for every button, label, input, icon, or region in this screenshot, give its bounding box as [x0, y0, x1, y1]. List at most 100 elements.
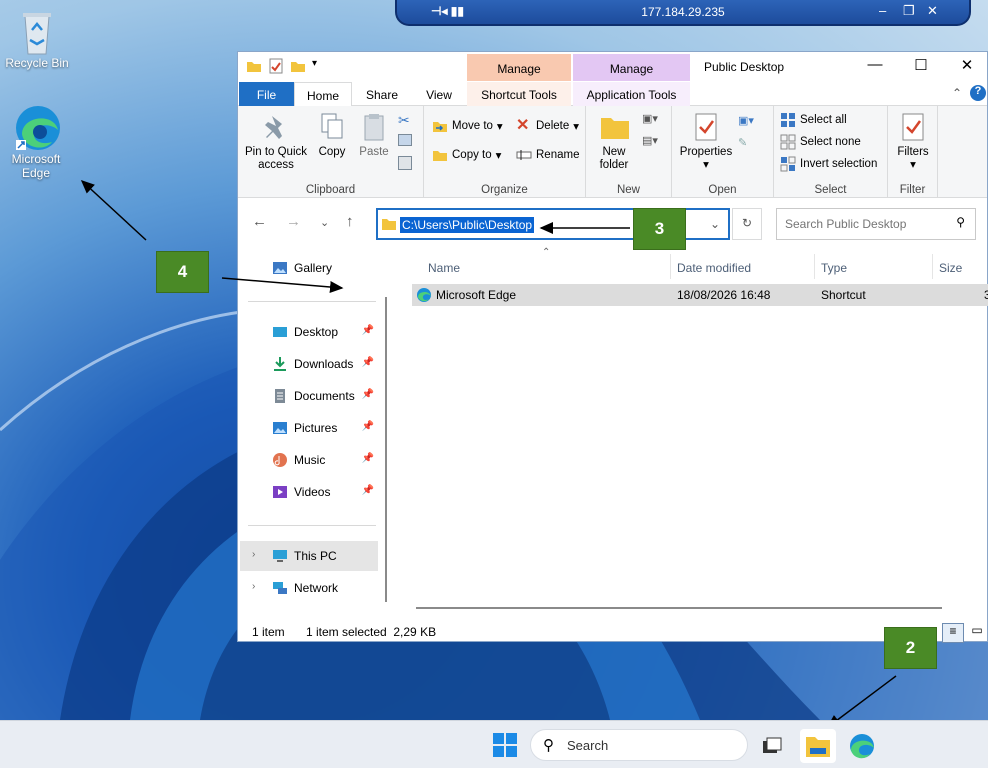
task-view-icon[interactable]: [755, 729, 791, 763]
taskbar: ⚲ Search: [0, 720, 988, 768]
this-pc-icon: [272, 548, 288, 564]
search-input[interactable]: [785, 210, 945, 238]
move-to-button[interactable]: Move to ▾: [432, 118, 503, 134]
windows-start-icon[interactable]: [493, 733, 517, 757]
table-row[interactable]: Microsoft Edge 18/08/2026 16:48 Shortcut…: [412, 284, 988, 306]
music-icon: [272, 452, 288, 468]
pinned-icon: 📌: [361, 485, 374, 496]
desktop-icon-recycle-bin[interactable]: Recycle Bin: [1, 8, 73, 70]
folder-icon[interactable]: [246, 58, 262, 74]
properties-icon[interactable]: [268, 58, 284, 74]
edit-icon[interactable]: ✎: [738, 136, 747, 149]
nav-label-documents: Documents: [294, 389, 355, 403]
nav-item-desktop[interactable]: Desktop 📌: [240, 317, 378, 347]
column-header-size[interactable]: Size: [939, 261, 962, 275]
tab-view[interactable]: View: [412, 82, 466, 106]
gallery-icon: [272, 260, 288, 276]
expand-chevron-icon[interactable]: ›: [252, 581, 255, 592]
large-icons-view-icon[interactable]: ▭: [966, 623, 988, 643]
filters-icon: [899, 112, 927, 142]
column-header-type[interactable]: Type: [821, 261, 847, 275]
nav-item-music[interactable]: Music 📌: [240, 445, 378, 475]
edge-taskbar-icon[interactable]: [844, 729, 880, 763]
close-button[interactable]: ✕: [944, 56, 988, 74]
copy-icon: [318, 112, 346, 142]
search-icon: ⚲: [956, 215, 965, 229]
refresh-icon[interactable]: ↻: [732, 208, 762, 240]
back-arrow-icon[interactable]: ←: [252, 213, 267, 230]
tab-share[interactable]: Share: [352, 82, 412, 106]
collapse-ribbon-icon[interactable]: ⌃: [952, 86, 962, 100]
horizontal-scrollbar[interactable]: [416, 607, 942, 609]
nav-item-gallery[interactable]: Gallery: [240, 253, 378, 283]
delete-button[interactable]: ✕ Delete ▾: [516, 118, 579, 134]
paste-shortcut-icon[interactable]: [398, 156, 412, 170]
minimize-button[interactable]: —: [852, 56, 898, 73]
minimize-icon[interactable]: –: [879, 3, 886, 18]
rename-button[interactable]: Rename: [516, 147, 579, 163]
invert-selection-button[interactable]: Invert selection: [780, 156, 877, 172]
select-none-button[interactable]: Select none: [780, 134, 861, 150]
nav-item-pictures[interactable]: Pictures 📌: [240, 413, 378, 443]
address-text[interactable]: C:\Users\Public\Desktop: [400, 217, 535, 233]
paste-button[interactable]: Paste: [354, 112, 394, 159]
address-dropdown-icon[interactable]: ⌄: [710, 217, 720, 231]
search-box[interactable]: ⚲: [776, 208, 976, 240]
recent-locations-chevron-icon[interactable]: ⌄: [320, 216, 329, 229]
copy-to-label: Copy to: [452, 149, 492, 161]
delete-label: Delete: [536, 120, 570, 132]
help-icon[interactable]: ?: [970, 85, 986, 101]
new-group-label: New: [616, 184, 640, 196]
new-folder-button[interactable]: New folder: [592, 112, 636, 172]
close-icon[interactable]: ✕: [927, 3, 938, 19]
forward-arrow-icon[interactable]: →: [286, 213, 301, 230]
ribbon: Pin to Quick access Copy Paste ✂ Clipboa…: [238, 106, 987, 198]
up-arrow-icon[interactable]: ↑: [346, 213, 354, 230]
copy-path-icon[interactable]: [398, 134, 412, 146]
nav-scrollbar[interactable]: [385, 297, 387, 602]
new-item-icon[interactable]: ▣▾: [642, 112, 658, 125]
tab-shortcut-tools[interactable]: Shortcut Tools: [467, 82, 571, 106]
nav-item-videos[interactable]: Videos 📌: [240, 477, 378, 507]
tab-home[interactable]: Home: [294, 82, 352, 107]
easy-access-icon[interactable]: ▤▾: [642, 134, 658, 147]
callout-badge-4: 4: [156, 251, 209, 293]
expand-chevron-icon[interactable]: ›: [252, 549, 255, 560]
copy-to-button[interactable]: Copy to ▾: [432, 147, 501, 163]
column-separator[interactable]: [814, 254, 815, 279]
tab-file[interactable]: File: [239, 82, 294, 106]
maximize-button[interactable]: ☐: [898, 56, 944, 74]
column-header-date[interactable]: Date modified: [677, 261, 751, 275]
column-separator[interactable]: [670, 254, 671, 279]
filter-group-label: Filter: [899, 184, 926, 196]
column-separator[interactable]: [932, 254, 933, 279]
navigation-pane: Gallery Desktop 📌 Downloads 📌 Documents …: [238, 249, 390, 624]
restore-icon[interactable]: ❐: [903, 3, 915, 19]
filter-group: Filters ▾ Filter: [888, 106, 938, 198]
window-title: Public Desktop: [704, 60, 785, 74]
nav-separator: [248, 525, 376, 526]
file-explorer-taskbar-icon[interactable]: [800, 729, 836, 763]
select-all-button[interactable]: Select all: [780, 112, 847, 128]
nav-item-this-pc[interactable]: › This PC: [240, 541, 378, 571]
cut-icon[interactable]: ✂: [398, 112, 410, 129]
tab-application-tools[interactable]: Application Tools: [573, 82, 690, 106]
filters-button[interactable]: Filters ▾: [890, 112, 936, 172]
nav-item-documents[interactable]: Documents 📌: [240, 381, 378, 411]
recycle-bin-label: Recycle Bin: [5, 56, 69, 70]
column-header-name[interactable]: Name: [428, 261, 460, 275]
properties-button[interactable]: Properties ▾: [676, 112, 736, 172]
copy-button[interactable]: Copy: [312, 112, 352, 159]
nav-label-music: Music: [294, 453, 326, 467]
details-view-icon[interactable]: ≡: [942, 623, 964, 643]
copy-label: Copy: [318, 146, 346, 158]
nav-item-network[interactable]: › Network: [240, 573, 378, 603]
open-icon[interactable]: ▣▾: [738, 114, 754, 127]
pin-to-quick-access-button[interactable]: Pin to Quick access: [244, 112, 308, 172]
desktop-icon-edge[interactable]: Microsoft Edge: [0, 104, 72, 180]
customize-qat-icon[interactable]: ▾: [312, 58, 328, 74]
taskbar-search[interactable]: ⚲ Search: [530, 729, 748, 761]
title-bar: ▾ Manage Manage Public Desktop — ☐ ✕: [238, 52, 987, 82]
new-folder-icon[interactable]: [290, 58, 306, 74]
nav-item-downloads[interactable]: Downloads 📌: [240, 349, 378, 379]
